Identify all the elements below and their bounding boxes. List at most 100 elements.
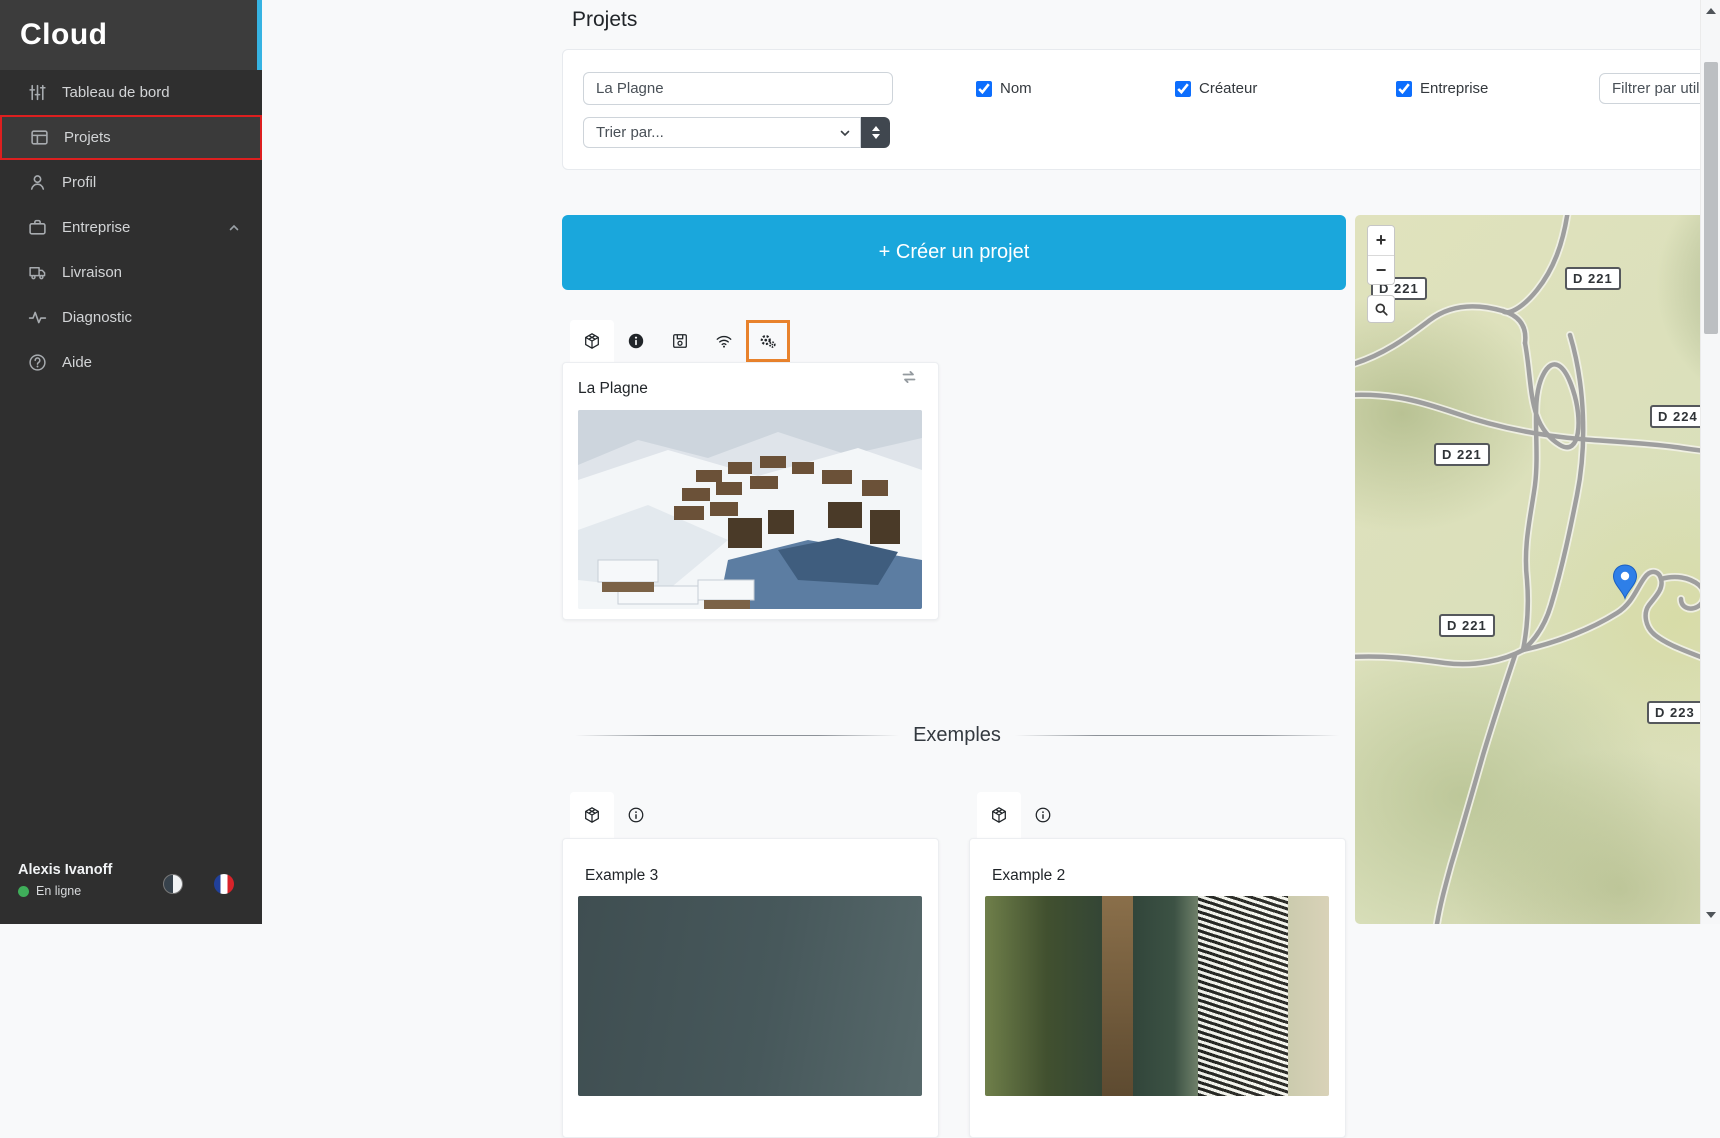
scroll-up-icon[interactable]: [1706, 8, 1716, 14]
sidebar-item-tableau-de-bord[interactable]: Tableau de bord: [0, 70, 262, 115]
sort-asc-icon: [872, 126, 880, 131]
project-card[interactable]: La Plagne: [562, 362, 939, 620]
checkbox-nom[interactable]: Nom: [976, 72, 1032, 105]
tab-save[interactable]: [658, 320, 702, 362]
language-flag-icon[interactable]: [214, 874, 234, 894]
sliders-icon: [28, 83, 47, 102]
road-label: D 221: [1439, 614, 1495, 637]
road-label: D 223: [1647, 701, 1703, 724]
road-label: D 221: [1434, 443, 1490, 466]
user-block: Alexis Ivanoff En ligne: [0, 844, 262, 924]
tab-3d-view[interactable]: [570, 792, 614, 838]
filters-panel: Trier par... Nom Créateur Entreprise Fil…: [562, 49, 1720, 170]
page-title: Projets: [572, 8, 637, 32]
scrollbar-thumb[interactable]: [1704, 62, 1718, 334]
truck-icon: [28, 263, 47, 282]
checkbox-label: Nom: [1000, 80, 1032, 97]
project-card-title: La Plagne: [578, 380, 648, 398]
sidebar-item-label: Livraison: [62, 264, 122, 281]
sidebar: Cloud Tableau de bord Projets Profil: [0, 0, 262, 924]
tab-connectivity[interactable]: [702, 320, 746, 362]
nom-checkbox[interactable]: [976, 81, 992, 97]
user-name: Alexis Ivanoff: [18, 862, 112, 878]
layout-icon: [30, 128, 49, 147]
map[interactable]: D 221 D 221 D 224 D 221 D 224 D 221 D 22…: [1355, 215, 1720, 924]
project-tab-bar: [570, 320, 790, 362]
sidebar-menu: Tableau de bord Projets Profil Entrepris…: [0, 70, 262, 385]
checkbox-label: Créateur: [1199, 80, 1257, 97]
map-zoom-control: + −: [1367, 225, 1395, 285]
share-icon[interactable]: [900, 368, 918, 386]
save-icon: [671, 332, 689, 350]
map-search-button[interactable]: [1367, 295, 1395, 323]
activity-icon: [28, 308, 47, 327]
examples-divider-label: Exemples: [913, 724, 1001, 747]
sidebar-item-label: Profil: [62, 174, 96, 191]
examples-divider: Exemples: [575, 720, 1339, 750]
cube-icon: [583, 332, 601, 350]
gears-icon: [759, 332, 777, 350]
theme-toggle-icon[interactable]: [163, 874, 183, 894]
sidebar-item-entreprise[interactable]: Entreprise: [0, 205, 262, 250]
sidebar-item-label: Diagnostic: [62, 309, 132, 326]
cube-icon: [990, 806, 1008, 824]
createur-checkbox[interactable]: [1175, 81, 1191, 97]
example2-thumbnail[interactable]: [985, 896, 1329, 1096]
example-card[interactable]: Example 2: [969, 838, 1346, 1138]
tab-info[interactable]: [614, 792, 658, 838]
sort-direction-button[interactable]: [861, 117, 890, 148]
info-circle-outline-icon: [627, 806, 645, 824]
info-circle-outline-icon: [1034, 806, 1052, 824]
tab-3d-view[interactable]: [977, 792, 1021, 838]
magnifier-icon: [1374, 302, 1389, 317]
map-marker-pin[interactable]: [1612, 564, 1638, 600]
sidebar-item-aide[interactable]: Aide: [0, 340, 262, 385]
sidebar-item-label: Projets: [64, 129, 111, 146]
example2-tab-bar: [977, 792, 1065, 838]
project-thumbnail[interactable]: [578, 410, 922, 609]
road-label: D 221: [1565, 267, 1621, 290]
cube-icon: [583, 806, 601, 824]
brand-header: Cloud: [0, 0, 262, 70]
chevron-up-icon[interactable]: [228, 222, 240, 234]
sort-desc-icon: [872, 134, 880, 139]
tab-3d-view[interactable]: [570, 320, 614, 362]
page-scrollbar[interactable]: [1700, 0, 1720, 924]
sort-select-value: Trier par...: [596, 124, 664, 141]
main-content: Projets Trier par... Nom Créateur Entrep…: [262, 0, 1720, 924]
divider-line: [1015, 735, 1339, 736]
sidebar-item-diagnostic[interactable]: Diagnostic: [0, 295, 262, 340]
checkbox-createur[interactable]: Créateur: [1175, 72, 1257, 105]
entreprise-checkbox[interactable]: [1396, 81, 1412, 97]
tab-settings[interactable]: [746, 320, 790, 362]
tab-info[interactable]: [1021, 792, 1065, 838]
tab-info[interactable]: [614, 320, 658, 362]
example3-tab-bar: [570, 792, 658, 838]
checkbox-label: Entreprise: [1420, 80, 1488, 97]
help-icon: [28, 353, 47, 372]
create-project-button[interactable]: + Créer un projet: [562, 215, 1346, 290]
sidebar-item-livraison[interactable]: Livraison: [0, 250, 262, 295]
sidebar-item-label: Aide: [62, 354, 92, 371]
user-icon: [28, 173, 47, 192]
divider-line: [575, 735, 899, 736]
chevron-down-icon: [839, 127, 851, 139]
zoom-out-button[interactable]: −: [1368, 255, 1394, 284]
brand-accent-stripe: [257, 0, 262, 70]
sidebar-item-profil[interactable]: Profil: [0, 160, 262, 205]
example-card[interactable]: Example 3: [562, 838, 939, 1138]
sort-select[interactable]: Trier par...: [583, 117, 861, 148]
map-roads: [1355, 215, 1720, 924]
example3-thumbnail[interactable]: [578, 896, 922, 1096]
info-circle-icon: [627, 332, 645, 350]
road-label: D 224: [1650, 405, 1706, 428]
brand-logo: Cloud: [20, 18, 107, 52]
user-status: En ligne: [18, 884, 81, 898]
search-input[interactable]: [583, 72, 893, 105]
scroll-down-icon[interactable]: [1706, 912, 1716, 918]
sidebar-item-projets[interactable]: Projets: [0, 115, 262, 160]
example-card-title: Example 2: [992, 867, 1065, 885]
sidebar-item-label: Entreprise: [62, 219, 130, 236]
checkbox-entreprise[interactable]: Entreprise: [1396, 72, 1488, 105]
zoom-in-button[interactable]: +: [1368, 226, 1394, 255]
